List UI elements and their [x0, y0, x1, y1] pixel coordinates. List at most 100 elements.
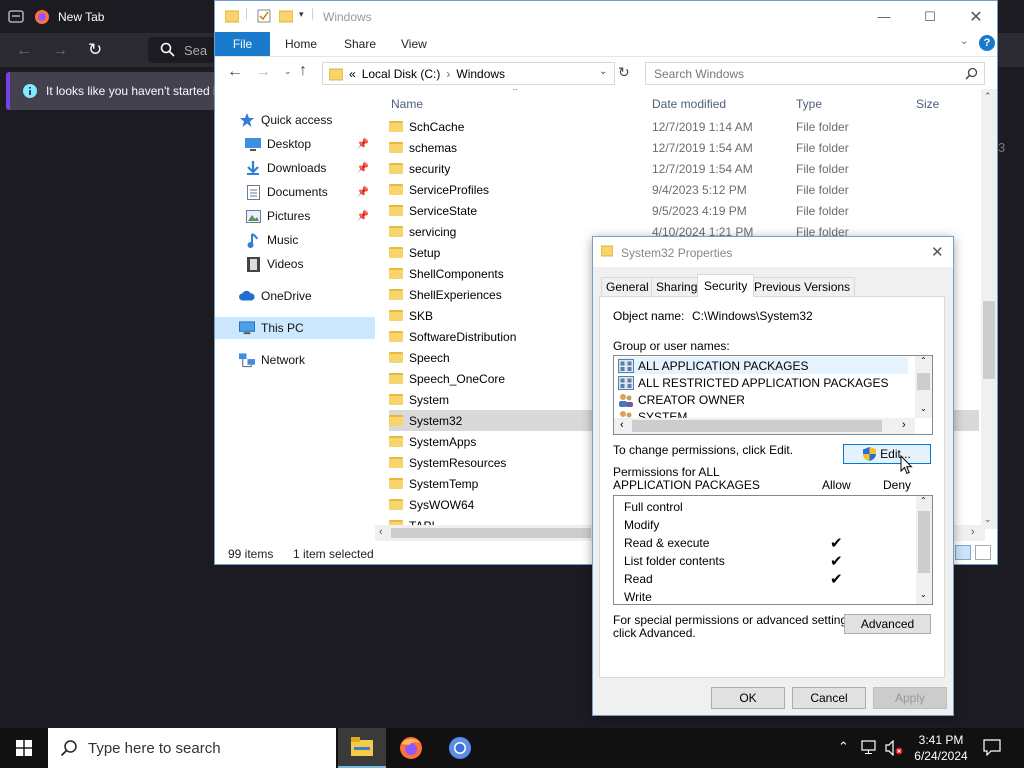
perm-scroll-up-icon[interactable]: ⌃: [920, 496, 927, 505]
tab-previous-versions[interactable]: Previous Versions: [749, 277, 856, 296]
column-size[interactable]: Size: [916, 97, 939, 111]
new-folder-icon[interactable]: [279, 9, 293, 23]
hscroll-thumb[interactable]: [391, 528, 591, 538]
properties-icon[interactable]: [257, 9, 271, 23]
ok-button[interactable]: OK: [711, 687, 785, 709]
tab-view[interactable]: View: [401, 32, 427, 56]
address-input[interactable]: « Local Disk (C:) › Windows ⌄: [322, 62, 615, 85]
help-icon[interactable]: ?: [979, 35, 995, 51]
start-button[interactable]: [0, 728, 48, 768]
network-status-icon[interactable]: [861, 740, 879, 756]
nav-item-pictures[interactable]: Pictures 📌: [215, 205, 375, 227]
pin-icon[interactable]: 📌: [357, 163, 369, 174]
advanced-button[interactable]: Advanced: [844, 614, 931, 634]
volume-muted-icon[interactable]: [885, 740, 903, 756]
dialog-close-icon[interactable]: ✕: [931, 243, 944, 261]
breadcrumb-windows[interactable]: Windows: [456, 67, 505, 81]
pin-icon[interactable]: 📌: [357, 211, 369, 222]
group-scroll-up-icon[interactable]: ⌃: [920, 356, 927, 365]
minimize-icon[interactable]: —: [861, 1, 907, 32]
nav-item-label: Pictures: [267, 209, 311, 223]
tab-file[interactable]: File: [215, 32, 270, 56]
scroll-left-icon[interactable]: ‹: [379, 526, 383, 538]
close-icon[interactable]: ✕: [953, 1, 999, 32]
nav-item-videos[interactable]: Videos: [215, 253, 375, 275]
tab-home[interactable]: Home: [285, 32, 317, 56]
nav-item-desktop[interactable]: Desktop 📌: [215, 133, 375, 155]
nav-item-network[interactable]: Network: [215, 349, 375, 371]
permissions-list[interactable]: Full control Modify Read & execute ✔ List fo…: [613, 495, 933, 605]
group-scroll-left-icon[interactable]: ‹: [620, 419, 624, 431]
pin-icon[interactable]: 📌: [357, 187, 369, 198]
system-clock[interactable]: 3:41 PM 6/24/2024: [906, 732, 976, 764]
file-row[interactable]: ServiceProfiles 9/4/2023 5:12 PM File fold…: [389, 179, 979, 200]
firefox-tab[interactable]: New Tab: [34, 4, 214, 30]
group-list-item[interactable]: CREATOR OWNER: [618, 391, 908, 408]
nav-item-downloads[interactable]: Downloads 📌: [215, 157, 375, 179]
perm-vscroll[interactable]: ⌃ ⌄: [916, 496, 932, 604]
taskbar-search-box[interactable]: Type here to search: [48, 728, 336, 768]
file-row[interactable]: security 12/7/2019 1:54 AM File folder: [389, 158, 979, 179]
address-dropdown-icon[interactable]: ⌄: [599, 66, 607, 77]
large-icons-view-icon[interactable]: [975, 545, 991, 560]
column-name[interactable]: Name: [391, 97, 423, 111]
taskbar-file-explorer[interactable]: [338, 728, 386, 768]
scroll-thumb[interactable]: [983, 301, 995, 379]
column-type[interactable]: Type: [796, 97, 822, 111]
nav-item-quick-access[interactable]: Quick access: [215, 109, 375, 131]
breadcrumb-local-disk[interactable]: Local Disk (C:): [362, 67, 441, 81]
group-vscroll[interactable]: ⌃ ⌄: [915, 356, 932, 418]
file-row[interactable]: ServiceState 9/5/2023 4:19 PM File folder: [389, 200, 979, 221]
scroll-down-icon[interactable]: ⌄: [984, 514, 992, 525]
forward-icon[interactable]: →: [52, 42, 68, 60]
maximize-icon[interactable]: ☐: [907, 1, 953, 32]
forward-icon[interactable]: →: [255, 63, 271, 81]
group-scroll-down-icon[interactable]: ⌄: [920, 404, 927, 413]
expand-ribbon-icon[interactable]: ⌄: [960, 36, 968, 47]
details-view-icon[interactable]: [955, 545, 971, 560]
taskbar-firefox[interactable]: [387, 728, 435, 768]
firefox-search-input[interactable]: Sea: [148, 37, 218, 63]
search-input[interactable]: Search Windows: [645, 62, 985, 85]
group-user-list[interactable]: ALL APPLICATION PACKAGES ALL RESTRICTED A…: [613, 355, 933, 435]
tab-sharing[interactable]: Sharing: [651, 277, 703, 296]
nav-item-this-pc[interactable]: This PC: [215, 317, 375, 339]
taskbar-chromium[interactable]: [436, 728, 484, 768]
group-hscroll-thumb[interactable]: [632, 420, 882, 432]
file-date: 9/4/2023 5:12 PM: [652, 182, 747, 197]
show-hidden-icons-icon[interactable]: ⌃: [838, 739, 849, 755]
cancel-button[interactable]: Cancel: [792, 687, 866, 709]
scroll-up-icon[interactable]: ⌃: [984, 91, 992, 102]
notifications-icon[interactable]: [983, 739, 1001, 756]
group-scroll-thumb[interactable]: [917, 373, 930, 390]
scroll-right-icon[interactable]: ›: [971, 526, 975, 538]
nav-item-music[interactable]: Music: [215, 229, 375, 251]
recent-locations-icon[interactable]: ⌄: [284, 66, 292, 77]
group-hscroll[interactable]: ‹ ›: [614, 418, 915, 434]
tab-list-icon[interactable]: [8, 8, 24, 24]
column-date-modified[interactable]: Date modified: [652, 97, 726, 111]
customize-qat-icon[interactable]: ▾: [299, 9, 304, 20]
group-list-item[interactable]: ALL APPLICATION PACKAGES: [618, 357, 908, 374]
back-icon[interactable]: ←: [227, 63, 243, 81]
tab-security[interactable]: Security: [697, 274, 755, 297]
vertical-scrollbar[interactable]: ⌃ ⌄: [981, 89, 997, 529]
reload-icon[interactable]: ↻: [88, 40, 102, 60]
pin-icon[interactable]: 📌: [357, 139, 369, 150]
file-row[interactable]: SchCache 12/7/2019 1:14 AM File folder: [389, 116, 979, 137]
edit-button[interactable]: Edit...: [843, 444, 931, 464]
address-prefix[interactable]: «: [349, 67, 356, 81]
perm-scroll-down-icon[interactable]: ⌄: [920, 590, 927, 599]
nav-item-documents[interactable]: Documents 📌: [215, 181, 375, 203]
group-scroll-right-icon[interactable]: ›: [902, 419, 906, 431]
up-icon[interactable]: ↑: [299, 62, 307, 80]
tab-general[interactable]: General: [601, 277, 654, 296]
nav-item-onedrive[interactable]: OneDrive: [215, 285, 375, 307]
apply-button[interactable]: Apply: [873, 687, 947, 709]
refresh-icon[interactable]: ↻: [618, 64, 630, 81]
perm-scroll-thumb[interactable]: [918, 511, 930, 573]
tab-share[interactable]: Share: [344, 32, 376, 56]
file-row[interactable]: schemas 12/7/2019 1:54 AM File folder: [389, 137, 979, 158]
group-list-item[interactable]: ALL RESTRICTED APPLICATION PACKAGES: [618, 374, 908, 391]
back-icon[interactable]: ←: [16, 42, 32, 60]
